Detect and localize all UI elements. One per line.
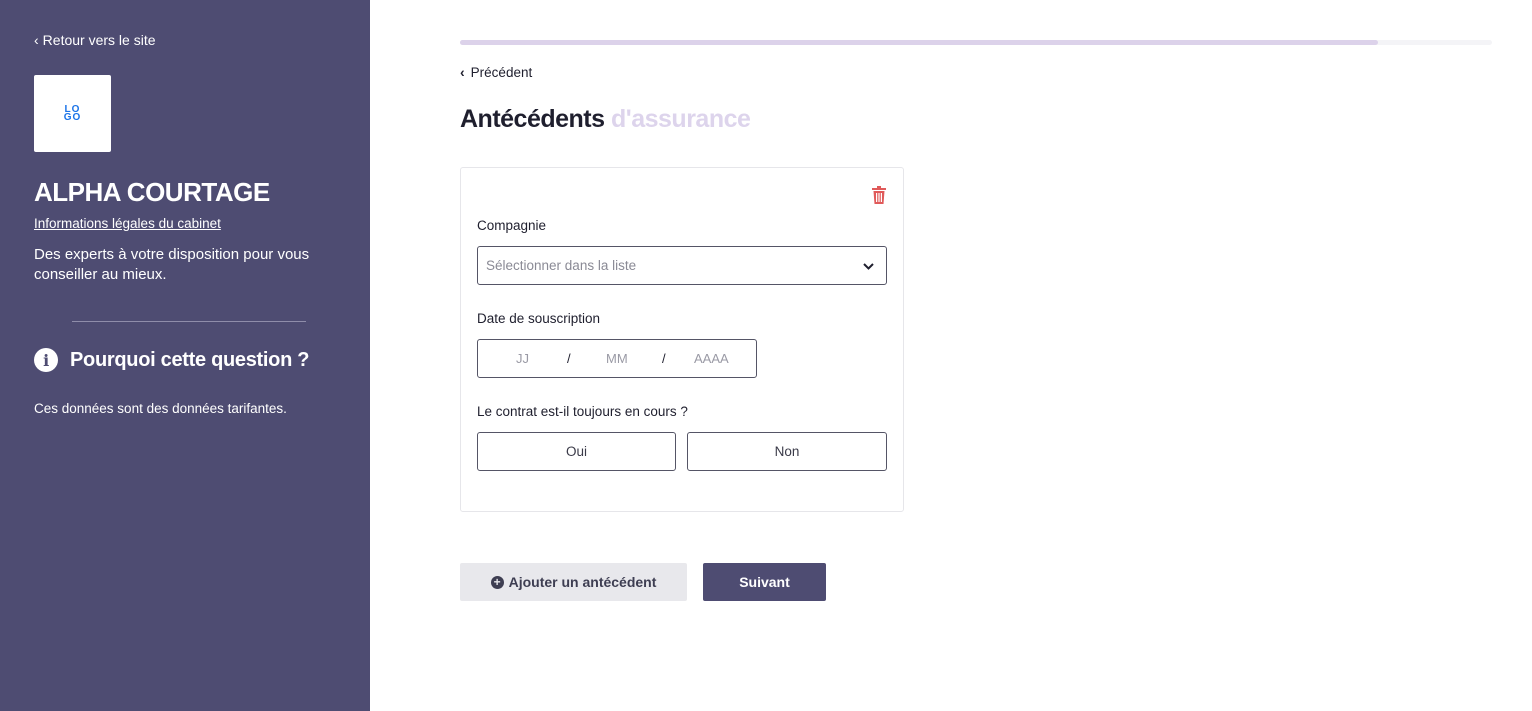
- chevron-down-icon: [863, 259, 874, 273]
- info-icon: i: [34, 348, 58, 372]
- date-year-input[interactable]: AAAA: [694, 351, 729, 366]
- why-question-text: Ces données sont des données tarifantes.: [34, 401, 287, 416]
- company-select[interactable]: Sélectionner dans la liste: [477, 246, 887, 285]
- plus-circle-icon: +: [490, 575, 504, 589]
- legal-info-link[interactable]: Informations légales du cabinet: [34, 216, 221, 231]
- progress-bar-fill: [460, 40, 1379, 45]
- no-button[interactable]: Non: [687, 432, 887, 471]
- add-history-label: Ajouter un antécédent: [508, 574, 657, 590]
- contract-ongoing-label: Le contrat est-il toujours en cours ?: [477, 404, 688, 419]
- date-day-input[interactable]: JJ: [516, 351, 529, 366]
- back-to-site-label: Retour vers le site: [42, 32, 156, 48]
- sidebar: ‹ Retour vers le site LOGO ALPHA COURTAG…: [0, 0, 370, 711]
- why-question-heading: i Pourquoi cette question ?: [34, 348, 309, 372]
- page-title: Antécédents d'assurance: [460, 105, 751, 134]
- subscription-date-field: JJ / MM / AAAA: [477, 339, 757, 378]
- date-separator: /: [567, 351, 571, 366]
- chevron-left-icon: ‹: [460, 64, 465, 80]
- insurance-history-card: Compagnie Sélectionner dans la liste Dat…: [460, 167, 904, 512]
- company-label: Compagnie: [477, 218, 547, 233]
- logo-text: LOGO: [63, 103, 82, 123]
- company-logo: LOGO: [34, 75, 111, 152]
- trash-icon[interactable]: [871, 186, 887, 204]
- why-question-title: Pourquoi cette question ?: [70, 348, 310, 371]
- progress-bar: [460, 40, 1492, 45]
- sidebar-divider: [72, 321, 306, 322]
- page-title-accent: d'assurance: [611, 105, 751, 133]
- previous-link[interactable]: ‹ Précédent: [460, 64, 532, 80]
- company-select-placeholder: Sélectionner dans la liste: [486, 258, 637, 273]
- date-month-input[interactable]: MM: [606, 351, 628, 366]
- yes-button[interactable]: Oui: [477, 432, 676, 471]
- subscription-date-label: Date de souscription: [477, 311, 601, 326]
- next-button[interactable]: Suivant: [703, 563, 826, 601]
- chevron-left-icon: ‹: [34, 32, 39, 48]
- previous-label: Précédent: [470, 64, 533, 80]
- company-tagline: Des experts à votre disposition pour vou…: [34, 246, 310, 283]
- company-name: ALPHA COURTAGE: [34, 177, 270, 207]
- add-history-button[interactable]: + Ajouter un antécédent: [460, 563, 687, 601]
- date-separator: /: [662, 351, 666, 366]
- page-title-main: Antécédents: [460, 105, 605, 133]
- back-to-site-link[interactable]: ‹ Retour vers le site: [34, 32, 156, 48]
